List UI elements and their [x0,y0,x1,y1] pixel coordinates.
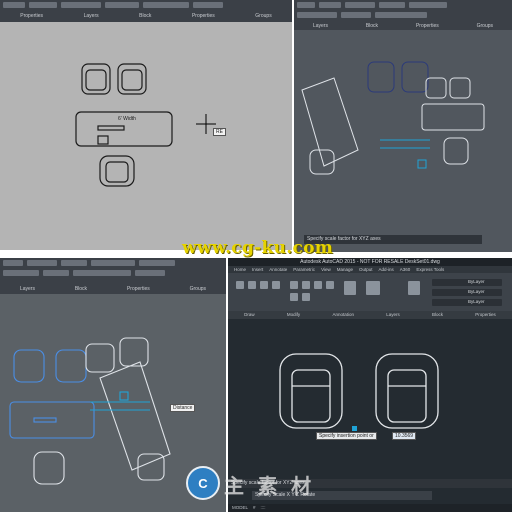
dimension-label: 6' Width [118,116,136,122]
desk-shape [9,401,95,439]
watermark-cn-text: 主 素 材 [224,476,316,498]
grid-toggle[interactable]: # [253,504,256,512]
coordinate-input[interactable]: 10.3569 [392,432,417,440]
armchair-shape [279,353,343,429]
chair-shape [99,155,135,187]
insertion-prompt: Specify insertion point or [316,432,377,440]
selection-handles [352,426,357,431]
chair-shape [309,149,335,175]
dynamic-input-tooltip[interactable]: Distance [170,404,196,412]
chair-shape [443,137,469,165]
armchair-shape [375,353,439,429]
chair-shape [85,343,115,373]
chair-shape [449,77,471,99]
status-bar: MODEL # :::: [228,504,512,512]
chair-shape [33,451,65,485]
chair-shape [367,61,395,93]
monitor-shape [33,417,57,423]
desk-shape [421,103,485,131]
chair-shape [81,63,111,95]
chair-shape [13,349,45,383]
watermark-site: www.cg-ku.com [182,238,334,258]
monitor-shape [97,125,125,131]
viewport-panel-1: Properties Layers Block Properties Group… [0,0,292,250]
phone-shape [97,135,109,145]
snap-toggle[interactable]: :::: [261,504,266,512]
model-space-toggle[interactable]: MODEL [232,504,248,512]
watermark-logo-icon: C [186,466,220,500]
chair-shape [55,349,87,383]
grip-handle [119,391,129,401]
dynamic-input[interactable]: RE [213,128,226,136]
chair-shape [401,61,429,93]
grip-handle [417,159,427,169]
viewport-panel-2: Layers Block Properties Groups Specify s… [294,0,512,252]
chair-shape [119,337,149,367]
chair-shape [425,77,447,99]
drawing-canvas[interactable]: 6' Width [0,0,292,250]
drawing-canvas[interactable] [294,0,512,252]
chair-shape [117,63,147,95]
